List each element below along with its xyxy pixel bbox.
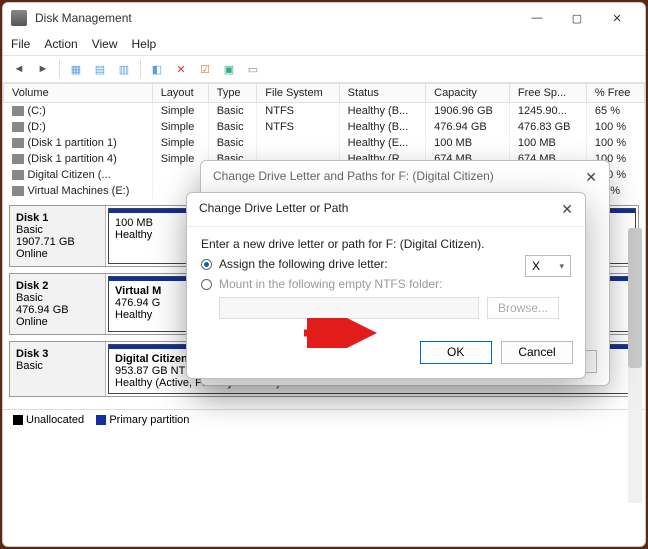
forward-icon[interactable]: ►	[33, 59, 53, 79]
drive-letter-select[interactable]: X ▾	[525, 255, 571, 277]
radio-mount-folder[interactable]	[201, 279, 212, 290]
cancel-button[interactable]: Cancel	[501, 341, 573, 364]
menubar: File Action View Help	[3, 33, 645, 55]
menu-view[interactable]: View	[92, 37, 118, 51]
close-button[interactable]: ✕	[597, 4, 637, 32]
dialog-title: Change Drive Letter or Path	[199, 201, 348, 218]
col-free[interactable]: Free Sp...	[509, 84, 586, 103]
legend-primary: Primary partition	[109, 414, 189, 426]
chevron-down-icon: ▾	[559, 261, 564, 272]
mount-path-input	[219, 297, 479, 319]
scrollbar-thumb[interactable]	[628, 228, 642, 368]
disk-header: Disk 2Basic476.94 GBOnline	[10, 274, 106, 334]
menu-file[interactable]: File	[11, 37, 30, 51]
back-icon[interactable]: ◄	[9, 59, 29, 79]
col-volume[interactable]: Volume	[4, 84, 153, 103]
minimize-button[interactable]: —	[517, 4, 557, 32]
delete-icon[interactable]: ✕	[171, 59, 191, 79]
menu-help[interactable]: Help	[132, 37, 157, 51]
window-title: Disk Management	[35, 11, 517, 25]
extra-icon[interactable]: ▭	[243, 59, 263, 79]
maximize-button[interactable]: ▢	[557, 4, 597, 32]
titlebar[interactable]: Disk Management — ▢ ✕	[3, 3, 645, 33]
change-drive-letter-dialog: Change Drive Letter or Path ✕ Enter a ne…	[186, 192, 586, 379]
disk-header: Disk 1Basic1907.71 GBOnline	[10, 206, 106, 266]
disk-header: Disk 3Basic	[10, 342, 106, 396]
label-mount-folder[interactable]: Mount in the following empty NTFS folder…	[219, 277, 442, 291]
help-icon[interactable]: ▥	[114, 59, 134, 79]
legend-unallocated: Unallocated	[26, 414, 84, 426]
dialog-instruction: Enter a new drive letter or path for F: …	[201, 237, 571, 251]
ok-button[interactable]: OK	[420, 341, 492, 364]
menu-action[interactable]: Action	[44, 37, 77, 51]
col-capacity[interactable]: Capacity	[426, 84, 510, 103]
toolbar: ◄ ► ▦ ▤ ▥ ◧ ✕ ☑ ▣ ▭	[3, 55, 645, 83]
col-status[interactable]: Status	[339, 84, 425, 103]
dialog-close-icon[interactable]: ✕	[561, 201, 573, 218]
new-icon[interactable]: ▣	[219, 59, 239, 79]
table-row[interactable]: (Disk 1 partition 1)SimpleBasicHealthy (…	[4, 135, 645, 151]
legend: Unallocated Primary partition	[3, 409, 645, 430]
col-type[interactable]: Type	[208, 84, 257, 103]
check-icon[interactable]: ☑	[195, 59, 215, 79]
col-fs[interactable]: File System	[257, 84, 339, 103]
radio-assign-letter[interactable]	[201, 259, 212, 270]
table-row[interactable]: (D:)SimpleBasicNTFSHealthy (B...476.94 G…	[4, 119, 645, 135]
col-layout[interactable]: Layout	[152, 84, 208, 103]
browse-button: Browse...	[487, 297, 559, 319]
app-icon	[11, 10, 27, 26]
parent-dialog-title: Change Drive Letter and Paths for F: (Di…	[213, 169, 494, 186]
col-pct[interactable]: % Free	[586, 84, 644, 103]
drive-letter-value: X	[532, 259, 540, 273]
table-row[interactable]: (C:)SimpleBasicNTFSHealthy (B...1906.96 …	[4, 103, 645, 120]
properties-icon[interactable]: ▤	[90, 59, 110, 79]
parent-dialog-close-icon[interactable]: ✕	[585, 169, 597, 186]
action-icon[interactable]: ◧	[147, 59, 167, 79]
label-assign-letter[interactable]: Assign the following drive letter:	[219, 257, 388, 271]
refresh-icon[interactable]: ▦	[66, 59, 86, 79]
